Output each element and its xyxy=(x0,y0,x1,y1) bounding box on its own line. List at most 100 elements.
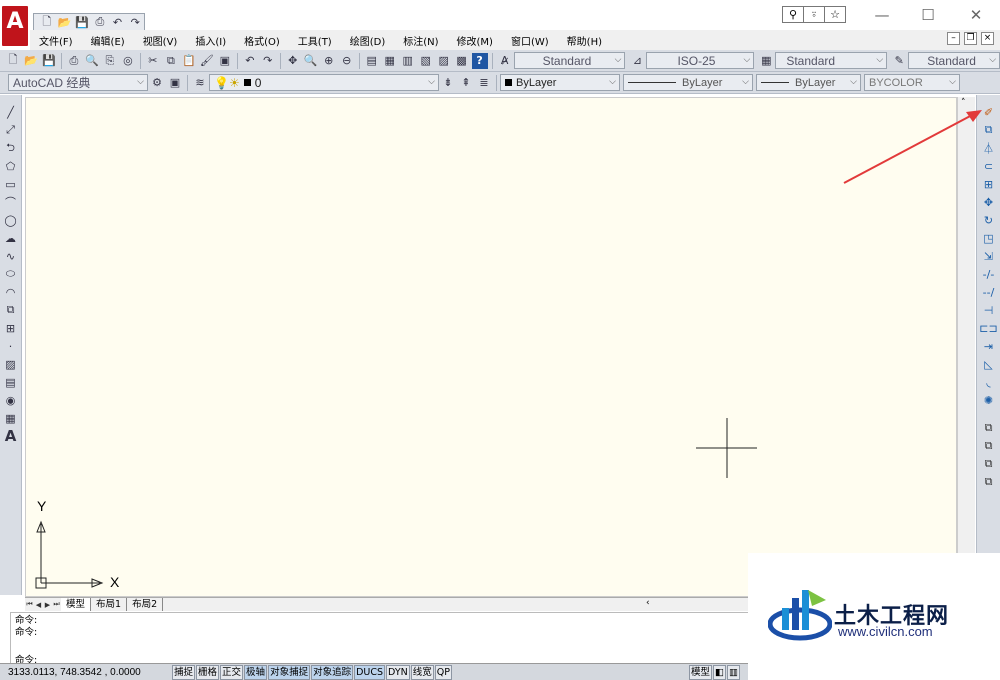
menu-dimension[interactable]: 标注(N) xyxy=(394,33,447,48)
close-button[interactable]: ✕ xyxy=(964,6,988,24)
rotate-icon[interactable]: ↻ xyxy=(981,212,997,229)
break-at-point-icon[interactable]: ⊣ xyxy=(981,302,997,319)
horizontal-scrollbar[interactable]: ‹ xyxy=(640,597,750,611)
block-editor-icon[interactable]: ▣ xyxy=(217,53,233,69)
dim-style-select[interactable]: ISO-25 ⌵ xyxy=(646,52,755,69)
linetype-select[interactable]: ByLayer ⌵ xyxy=(623,74,753,91)
menu-format[interactable]: 格式(O) xyxy=(235,33,289,48)
model-space-button[interactable]: 模型 xyxy=(688,664,712,680)
user-icon[interactable]: ⍤ xyxy=(804,7,825,22)
arc-icon[interactable]: ⌒ xyxy=(3,194,19,211)
copy-icon[interactable]: ⧉ xyxy=(163,53,179,69)
application-menu-button[interactable]: A xyxy=(2,6,28,46)
hatch-icon[interactable]: ▨ xyxy=(3,356,19,373)
draworder-front-icon[interactable]: ⧉ xyxy=(981,419,997,436)
redo-icon[interactable]: ↷ xyxy=(260,53,276,69)
draworder-under-icon[interactable]: ⧉ xyxy=(981,473,997,490)
tab-model[interactable]: 模型 xyxy=(61,598,92,611)
text-style-select[interactable]: Standard ⌵ xyxy=(513,52,626,69)
revision-cloud-icon[interactable]: ☁ xyxy=(3,230,19,247)
point-icon[interactable]: · xyxy=(3,338,19,355)
polyline-icon[interactable]: ⮌ xyxy=(3,140,19,157)
draworder-back-icon[interactable]: ⧉ xyxy=(981,437,997,454)
menu-draw[interactable]: 绘图(D) xyxy=(341,33,395,48)
multileader-style-select[interactable]: Standard ⌵ xyxy=(908,52,1000,69)
tab-layout2[interactable]: 布局2 xyxy=(127,598,164,611)
dyn-toggle[interactable]: DYN xyxy=(386,664,410,680)
construction-line-icon[interactable]: ⤢ xyxy=(3,122,19,139)
lineweight-toggle[interactable]: 线宽 xyxy=(410,664,434,680)
color-select[interactable]: ByLayer ⌵ xyxy=(500,74,620,91)
drawing-restore-button[interactable]: ❐ xyxy=(964,32,977,45)
circle-icon[interactable]: ◯ xyxy=(3,212,19,229)
table-style-select[interactable]: Standard ⌵ xyxy=(775,52,888,69)
open-icon[interactable]: 📂 xyxy=(23,53,39,69)
stretch-icon[interactable]: ⇲ xyxy=(981,248,997,265)
line-icon[interactable]: ╱ xyxy=(3,104,19,121)
zoom-realtime-icon[interactable]: 🔍 xyxy=(303,53,319,69)
layer-manager-icon[interactable]: ≋ xyxy=(192,75,208,91)
cut-icon[interactable]: ✂ xyxy=(145,53,161,69)
markup-icon[interactable]: ▨ xyxy=(436,53,452,69)
prev-tab-icon[interactable]: ◀ xyxy=(34,601,43,609)
save-icon[interactable]: 💾 xyxy=(74,14,90,30)
undo-icon[interactable]: ↶ xyxy=(110,14,126,30)
workspace-save-icon[interactable]: ▣ xyxy=(167,75,183,91)
layer-select[interactable]: 💡☀ 0 ⌵ xyxy=(209,74,439,91)
workspace-select[interactable]: AutoCAD 经典 ⌵ xyxy=(8,74,148,91)
zoom-window-icon[interactable]: ⊕ xyxy=(321,53,337,69)
otrack-toggle[interactable]: 对象追踪 xyxy=(311,664,354,680)
scale-icon[interactable]: ◳ xyxy=(981,230,997,247)
ortho-toggle[interactable]: 正交 xyxy=(220,664,244,680)
break-icon[interactable]: ⊏⊐ xyxy=(979,320,997,337)
menu-help[interactable]: 帮助(H) xyxy=(558,33,611,48)
layer-previous-icon[interactable]: ⇞ xyxy=(458,75,474,91)
quick-view-drawings-icon[interactable]: ▥ xyxy=(726,664,740,680)
drawing-close-button[interactable]: × xyxy=(981,32,994,45)
open-icon[interactable]: 📂 xyxy=(57,14,73,30)
next-tab-icon[interactable]: ▶ xyxy=(43,601,52,609)
menu-view[interactable]: 视图(V) xyxy=(134,33,187,48)
tab-layout1[interactable]: 布局1 xyxy=(91,598,128,611)
spline-icon[interactable]: ∿ xyxy=(3,248,19,265)
minimize-button[interactable]: — xyxy=(870,6,894,24)
maximize-button[interactable]: ☐ xyxy=(916,6,940,24)
quick-view-layouts-icon[interactable]: ◧ xyxy=(713,664,726,680)
region-icon[interactable]: ◉ xyxy=(3,392,19,409)
grid-toggle[interactable]: 栅格 xyxy=(196,664,220,680)
make-current-layer-icon[interactable]: ⇟ xyxy=(440,75,456,91)
layer-states-icon[interactable]: ≣ xyxy=(476,75,492,91)
zoom-previous-icon[interactable]: ⊖ xyxy=(339,53,355,69)
star-icon[interactable]: ☆ xyxy=(825,7,845,22)
publish-icon[interactable]: ⎘ xyxy=(102,53,118,69)
plot-icon[interactable]: ⎙ xyxy=(66,53,82,69)
last-tab-icon[interactable]: ⏭ xyxy=(52,600,61,609)
trim-icon[interactable]: -/- xyxy=(981,266,997,283)
plotstyle-select[interactable]: BYCOLOR ⌵ xyxy=(864,74,960,91)
menu-insert[interactable]: 插入(I) xyxy=(186,33,235,48)
workspace-settings-icon[interactable]: ⚙ xyxy=(149,75,165,91)
extend-icon[interactable]: --/ xyxy=(981,284,997,301)
save-icon[interactable]: 💾 xyxy=(41,53,57,69)
design-center-icon[interactable]: ▦ xyxy=(382,53,398,69)
scroll-left-icon[interactable]: ‹ xyxy=(646,598,650,608)
chamfer-icon[interactable]: ◺ xyxy=(981,356,997,373)
lineweight-select[interactable]: ByLayer ⌵ xyxy=(756,74,861,91)
menu-file[interactable]: 文件(F) xyxy=(30,33,82,48)
pan-icon[interactable]: ✥ xyxy=(285,53,301,69)
help-icon[interactable]: ? xyxy=(471,52,488,69)
menu-modify[interactable]: 修改(M) xyxy=(448,33,502,48)
undo-icon[interactable]: ↶ xyxy=(242,53,258,69)
insert-block-icon[interactable]: ⧉ xyxy=(3,302,19,319)
first-tab-icon[interactable]: ⏮ xyxy=(25,600,34,609)
drawing-minimize-button[interactable]: – xyxy=(947,32,960,45)
draworder-above-icon[interactable]: ⧉ xyxy=(981,455,997,472)
properties-icon[interactable]: ▤ xyxy=(364,53,380,69)
polar-toggle[interactable]: 极轴 xyxy=(244,664,268,680)
tool-palettes-icon[interactable]: ▥ xyxy=(400,53,416,69)
redo-icon[interactable]: ↷ xyxy=(127,14,143,30)
sheet-set-icon[interactable]: ▧ xyxy=(418,53,434,69)
menu-window[interactable]: 窗口(W) xyxy=(502,33,558,48)
rectangle-icon[interactable]: ▭ xyxy=(3,176,19,193)
ellipse-icon[interactable]: ⬭ xyxy=(3,266,19,283)
